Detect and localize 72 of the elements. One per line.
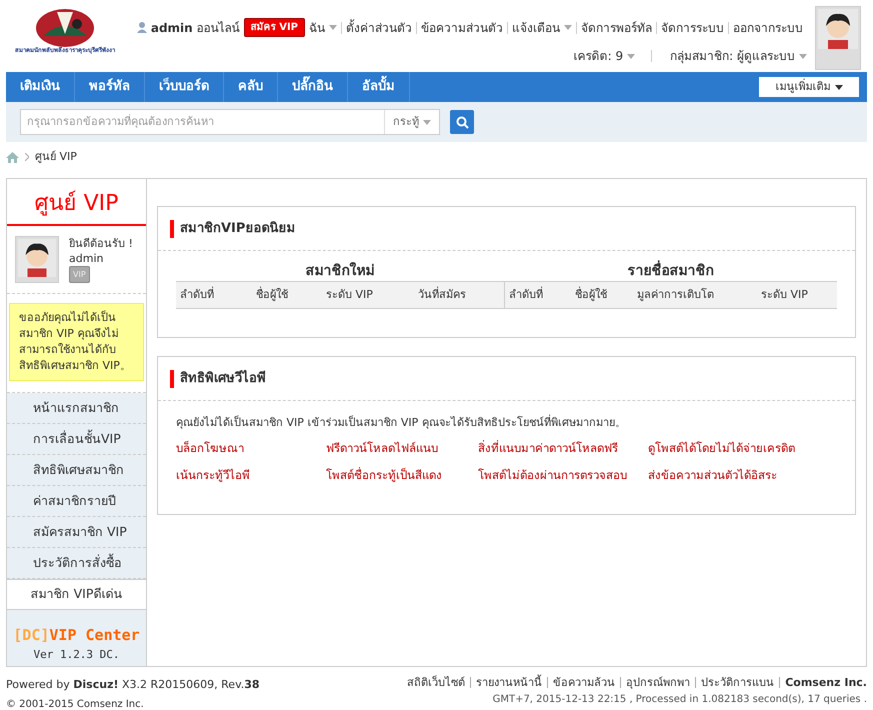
privilege-link[interactable]: ดูโพสต์ได้โดยไม่ได้จ่ายเครดิต <box>648 440 837 457</box>
caret-icon <box>834 84 842 90</box>
table-title: รายชื่อสมาชิก <box>504 261 837 281</box>
welcome-text: ยินดีต้อนรับ ! <box>69 236 133 251</box>
company-link[interactable]: Comsenz Inc. <box>779 677 867 688</box>
top-link[interactable]: จัดการพอร์ทัล <box>576 22 656 34</box>
accent-bar <box>170 220 174 238</box>
sidebar-menu-item[interactable]: สมาชิก VIPดีเด่น <box>7 579 146 610</box>
privilege-link[interactable]: ส่งข้อความส่วนตัวได้อิสระ <box>648 466 837 484</box>
intro-text: คุณยังไม่ได้เป็นสมาชิก VIP เข้าร่วมเป็นสมาชิก VIP คุณจะได้รับสิทธิประโยชน์ที่พิเศษมากมาย。 <box>176 415 627 431</box>
top-link[interactable]: จัดการระบบ <box>656 22 728 34</box>
search-icon <box>456 116 468 128</box>
vip-signup-button[interactable]: สมัคร VIP <box>244 18 305 37</box>
column-header: วันที่สมัคร <box>417 286 467 303</box>
top-link[interactable]: แจ้งเตือน <box>507 22 576 34</box>
column-header: มูลค่าการเติบโต <box>636 286 715 303</box>
privilege-link[interactable]: สิ่งที่แนบมาค่าดาวน์โหลดฟรี <box>478 440 648 457</box>
username: admin <box>69 251 104 266</box>
brand-title: [DC]VIP Center <box>13 625 140 646</box>
column-header: ชื่อผู้ใช้ <box>574 286 608 303</box>
processing-stats: GMT+7, 2015-12-13 22:15 , Processed in 1.082183 second(s), 17 queries . <box>492 693 867 707</box>
credit-link[interactable]: เครดิต: 9 <box>574 47 636 65</box>
sidebar-menu-item[interactable]: สิทธิพิเศษสมาชิก <box>7 455 146 486</box>
caret-icon <box>423 120 431 124</box>
privilege-link[interactable]: ฟรีดาวน์โหลดไฟล์แนบ <box>326 440 478 457</box>
column-header: ลำดับที่ <box>508 286 544 303</box>
search-button[interactable] <box>450 110 474 134</box>
privilege-link[interactable]: โพสต์ไม่ต้องผ่านการตรวจสอบ <box>478 466 648 484</box>
chevron-icon <box>25 153 29 161</box>
footer-link[interactable]: ประวัติการแบน <box>695 677 780 688</box>
privilege-link[interactable]: โพสต์ชื่อกระทู้เป็นสีแดง <box>326 466 478 484</box>
column-header: ลำดับที่ <box>179 286 215 303</box>
sidebar-menu-item[interactable]: การเลื่อนชั้นVIP <box>7 424 146 455</box>
column-header: ระดับ VIP <box>760 286 809 303</box>
sidebar-title: ศูนย์ VIP <box>7 179 146 226</box>
user-icon <box>136 22 147 33</box>
accent-bar <box>170 370 174 388</box>
footer-link[interactable]: อุปกรณ์พกพา <box>620 677 696 688</box>
caret-icon <box>627 54 636 58</box>
online-status: ออนไลน์ <box>196 20 240 36</box>
column-header: ชื่อผู้ใช้ <box>255 286 289 303</box>
vip-badge: VIP <box>69 266 90 283</box>
sidebar-menu-item[interactable]: หน้าแรกสมาชิก <box>7 393 146 424</box>
panel-title: สิทธิพิเศษวีไอพี <box>180 368 266 388</box>
search-scope-dropdown[interactable]: กระทู้ <box>384 110 439 134</box>
notice-message: ขออภัยคุณไม่ได้เป็นสมาชิก VIP คุณจึงไม่สามารถใช้งานได้กับสิทธิพิเศษสมาชิก VIP。 <box>9 303 144 381</box>
footer-link[interactable]: ข้อความล้วน <box>547 677 620 688</box>
sidebar-menu-item[interactable]: ค่าสมาชิกรายปี <box>7 486 146 517</box>
avatar-icon <box>15 236 59 283</box>
privilege-link[interactable]: เน้นกระทู้วีไอพี <box>176 466 326 484</box>
footer-link[interactable]: รายงานหน้านี้ <box>470 677 548 688</box>
table-title: สมาชิกใหม่ <box>304 261 376 281</box>
sidebar-menu-item[interactable]: สมัครสมาชิก VIP <box>7 517 146 548</box>
column-header: ระดับ VIP <box>325 286 374 303</box>
breadcrumb-current: ศูนย์ VIP <box>35 148 77 165</box>
more-menu-button[interactable]: เมนูเพิ่มเติม <box>759 77 859 97</box>
top-link[interactable]: ออกจากระบบ <box>728 22 807 34</box>
avatar-icon <box>815 6 861 70</box>
footer-link[interactable]: สถิติเว็บไซต์ <box>402 677 470 688</box>
username-link[interactable]: admin <box>150 18 193 36</box>
version-text: Ver 1.2.3 DC. <box>33 646 120 662</box>
top-link[interactable]: ตั้งค่าส่วนตัว <box>341 22 416 34</box>
sidebar-menu-item[interactable]: ประวัติการสั่งซื้อ <box>7 548 146 579</box>
panel-title: สมาชิกVIPยอดนิยม <box>180 220 296 238</box>
member-group-link[interactable]: กลุ่มสมาชิก: ผู้ดูแลระบบ <box>651 50 807 62</box>
copyright-text: © 2001-2015 Comsenz Inc. <box>6 698 145 710</box>
privilege-link[interactable]: บล็อกโฆษณา <box>176 440 326 457</box>
search-field[interactable]: กรุณากรอกข้อความที่คุณต้องการค้นหา กระทู้ <box>20 109 440 135</box>
top-link[interactable]: ฉัน <box>305 22 341 34</box>
powered-by-text: Powered by Discuz! X3.2 R20150609, Rev.38 <box>6 677 260 693</box>
caret-icon <box>799 54 807 58</box>
top-link[interactable]: ข้อความส่วนตัว <box>416 22 507 34</box>
